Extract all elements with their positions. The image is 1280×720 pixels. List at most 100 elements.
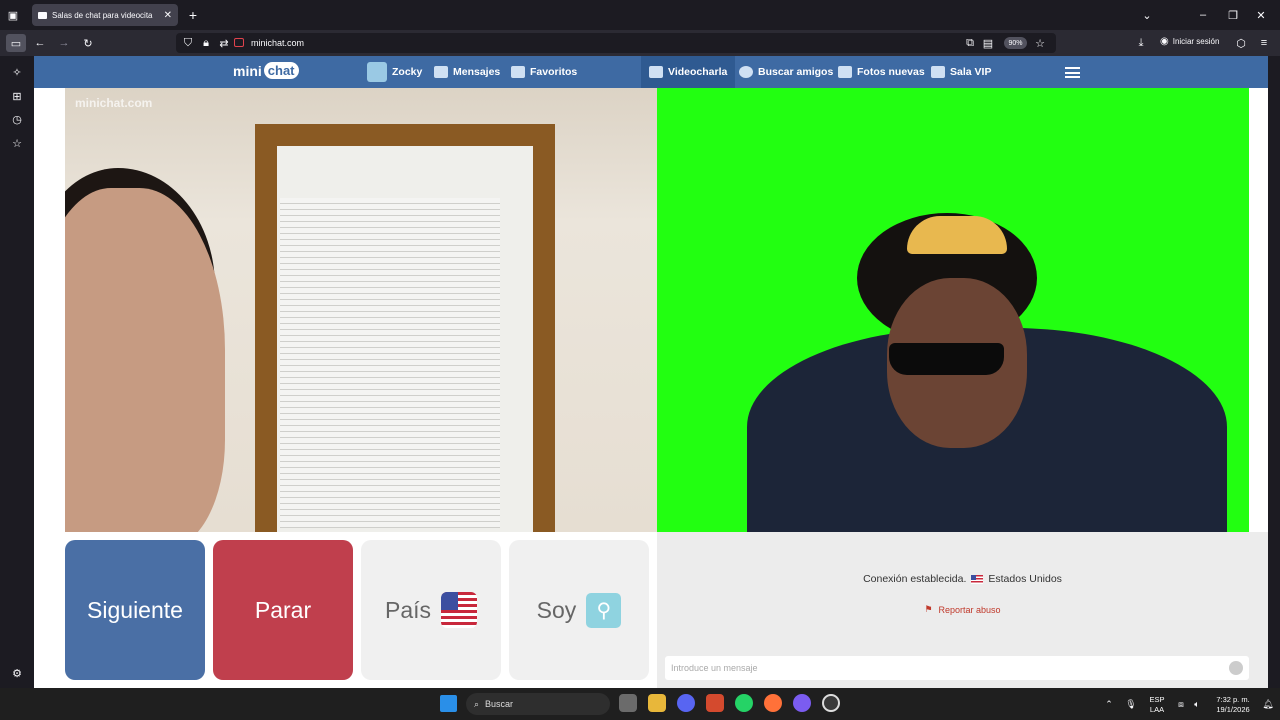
report-label: Reportar abuso [938,604,1001,615]
message-input[interactable]: Introduce un mensaje [665,656,1249,680]
notifications-icon[interactable]: 🔔︎ [1262,697,1274,711]
app-ring-icon[interactable] [793,694,811,712]
remote-video [657,88,1249,532]
close-tab-icon[interactable]: ✕ [164,10,172,21]
nav-user-label: Zocky [392,66,423,78]
tab-favicon-icon [38,11,47,19]
hamburger-menu-icon[interactable] [1065,67,1080,78]
logo-chat: chat [263,62,299,79]
chat-panel: Conexión establecida. Estados Unidos ⚑ R… [657,532,1268,688]
red-flag-icon: ⚑ [924,604,933,614]
network-icon[interactable]: ⧈ [1175,697,1187,711]
gender-label: Soy [536,596,577,623]
nav-vip-label: Sala VIP [950,66,992,78]
bookmark-star-icon[interactable]: ☆ [1034,36,1046,50]
discord-icon[interactable] [677,694,695,712]
remote-person-sunglasses [889,343,1004,375]
zoom-level[interactable]: 90% [1004,37,1027,49]
url-text: minichat.com [251,38,305,48]
downloads-icon[interactable]: ⤓ [1134,36,1148,50]
close-window-icon[interactable]: ✕ [1254,8,1268,22]
microphone-icon[interactable]: 🎙︎ [1125,697,1137,711]
video-watermark: minichat.com [75,96,153,110]
clock-time: 7:32 p. m. [1216,695,1250,704]
web-page: mini chat Zocky Mensajes Favoritos Video… [34,56,1268,688]
volume-icon[interactable]: 🔈︎ [1191,697,1203,711]
crown-icon [931,66,945,78]
maximize-icon[interactable]: ❐ [1226,8,1240,22]
minichat-logo[interactable]: mini chat [233,62,299,79]
user-avatar-icon [367,62,387,82]
url-bar[interactable]: ⛉ 🔒︎ ⇄ minichat.com ⧉ ▤ ☆ [176,33,1056,53]
extensions-icon[interactable]: ⬡ [1234,36,1248,50]
tab-list-icon[interactable]: ▣ [6,8,20,22]
remote-person-cap [907,216,1007,254]
account-icon: ◉ [1160,36,1169,47]
shield-icon[interactable]: ⛉ [182,36,194,50]
office-icon[interactable] [706,694,724,712]
tray-chevron-icon[interactable]: ⌃ [1103,697,1115,711]
next-button[interactable]: Siguiente [65,540,205,680]
nav-new-photos[interactable]: Fotos nuevas [838,56,925,88]
local-person-face [65,188,225,532]
file-explorer-icon[interactable] [648,694,666,712]
nav-videochat-label: Videocharla [668,66,728,78]
forward-icon[interactable]: → [57,36,71,50]
language-code: ESP [1149,695,1165,704]
gender-button[interactable]: Soy ⚲ [509,540,649,680]
browser-tab[interactable]: Salas de chat para videocita ✕ [32,4,178,26]
report-abuse-link[interactable]: ⚑ Reportar abuso [657,604,1268,615]
whatsapp-icon[interactable] [735,694,753,712]
nav-messages[interactable]: Mensajes [434,56,500,88]
nav-find-friends-label: Buscar amigos [758,66,834,78]
emoji-icon[interactable] [1229,661,1243,675]
firefox-icon[interactable] [764,694,782,712]
grid-icon [838,66,852,78]
signin-button[interactable]: ◉ Iniciar sesión [1160,36,1219,47]
nav-new-photos-label: Fotos nuevas [857,66,925,78]
signin-label: Iniciar sesión [1172,37,1220,46]
reload-icon[interactable]: ↻ [81,36,95,50]
minimize-icon[interactable]: – [1196,8,1210,22]
customize-sidebar-icon[interactable]: ⚙ [10,666,24,680]
windows-start-icon[interactable] [440,695,457,712]
lock-icon[interactable]: 🔒︎ [200,36,212,50]
stop-button[interactable]: Parar [213,540,353,680]
reader-view-icon[interactable]: ▤ [982,36,994,50]
picture-in-picture-icon[interactable]: ⧉ [964,36,976,50]
next-label: Siguiente [87,596,183,623]
nav-find-friends[interactable]: Buscar amigos [739,56,833,88]
logo-mini: mini [233,62,262,79]
language-indicator[interactable]: ESP LAA [1146,695,1168,715]
bookmarks-icon[interactable]: ☆ [10,136,24,150]
taskbar-search-label: Buscar [485,699,514,709]
taskbar-search[interactable]: ⌕ Buscar [466,693,610,715]
history-icon[interactable]: ◷ [10,112,24,126]
nav-favorites[interactable]: Favoritos [511,56,577,88]
clock[interactable]: 7:32 p. m. 19/1/2026 [1210,695,1256,715]
synced-tabs-icon[interactable]: ⊞ [10,89,24,103]
nav-vip[interactable]: Sala VIP [931,56,991,88]
nav-messages-label: Mensajes [453,66,501,78]
site-navbar: mini chat Zocky Mensajes Favoritos Video… [34,56,1268,88]
message-placeholder: Introduce un mensaje [671,663,758,673]
nav-videochat[interactable]: Videocharla [641,56,736,88]
ai-chatbot-icon[interactable]: ✧ [10,65,24,79]
permissions-icon[interactable]: ⇄ [218,36,230,50]
partner-country: Estados Unidos [988,573,1062,585]
male-avatar-icon: ⚲ [586,592,622,628]
new-tab-icon[interactable]: + [186,7,200,23]
country-button[interactable]: País [361,540,501,680]
menu-icon[interactable]: ≡ [1257,36,1271,50]
nav-user[interactable]: Zocky [367,56,422,88]
tab-bar: ▣ Salas de chat para videocita ✕ + ⌄ – ❐… [0,0,1280,30]
list-all-tabs-icon[interactable]: ⌄ [1140,8,1154,22]
bookmark-icon [511,66,525,78]
back-icon[interactable]: ← [33,36,47,50]
camera-indicator-icon[interactable] [234,38,244,47]
obs-icon[interactable] [822,694,840,712]
local-video: minichat.com [65,88,657,532]
us-flag-icon [441,592,478,628]
task-view-icon[interactable] [619,694,637,712]
sidebar-toggle-icon[interactable]: ▭ [6,34,26,52]
